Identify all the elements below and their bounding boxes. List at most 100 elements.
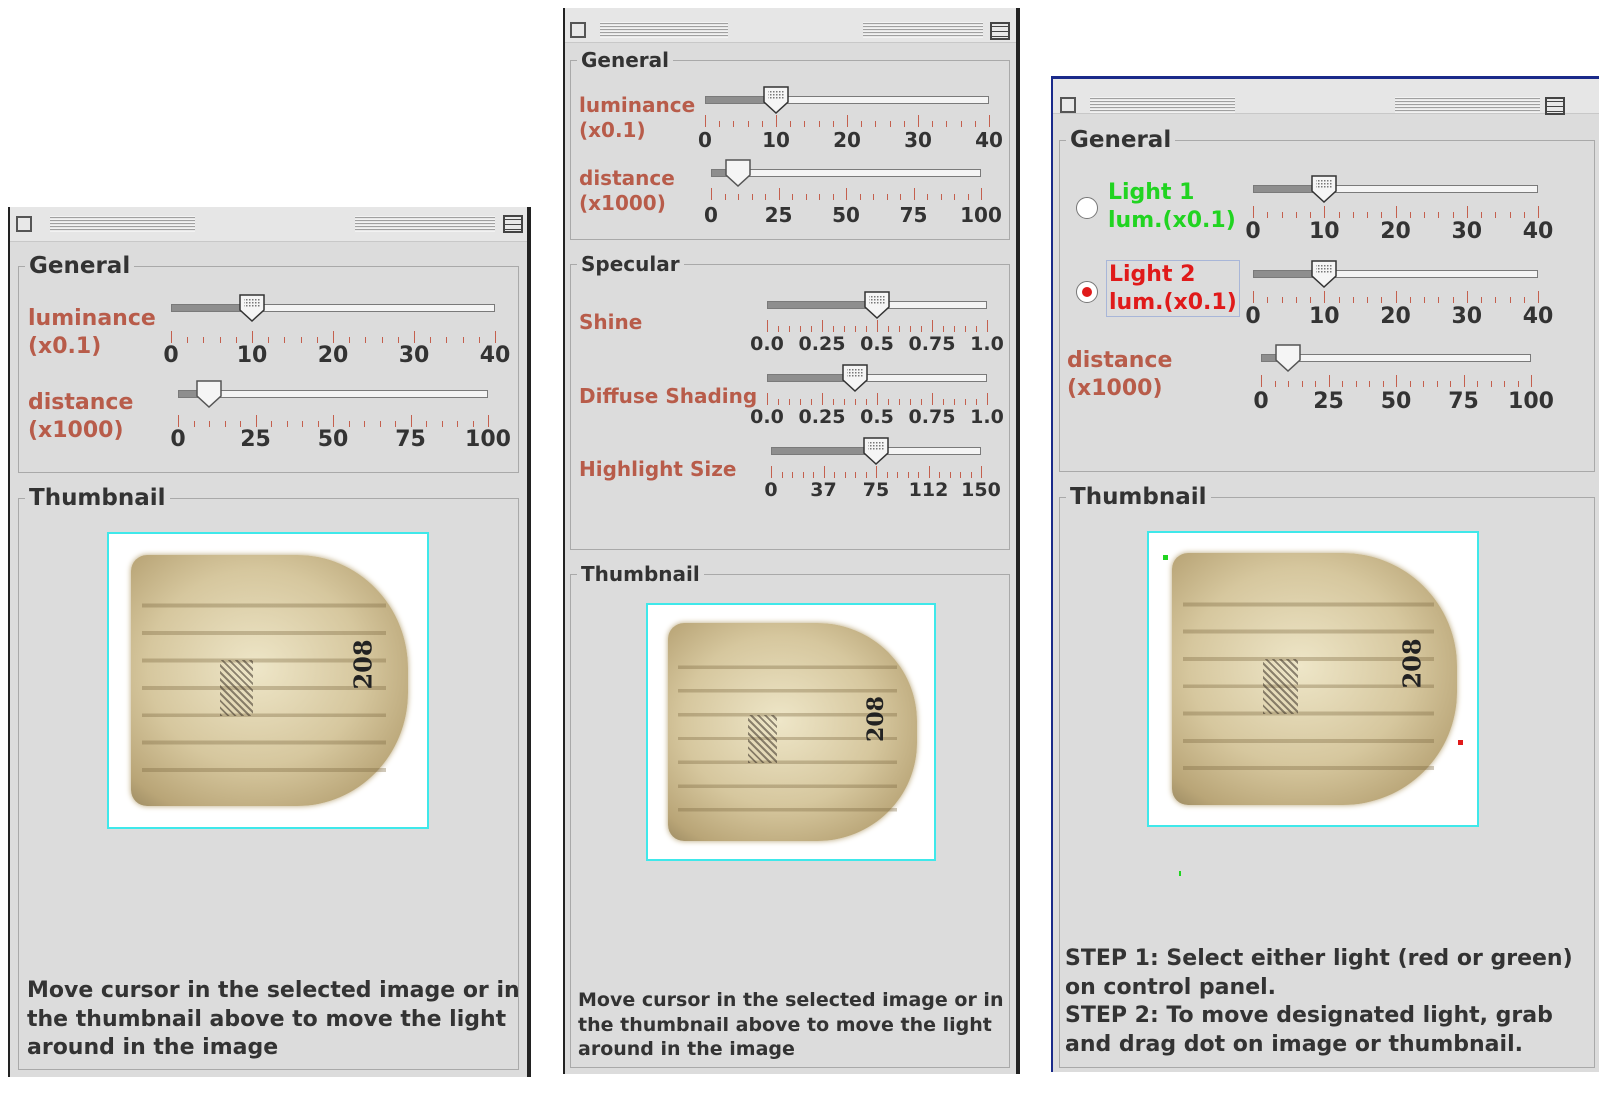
- tick-mark: [811, 399, 812, 405]
- tick-mark: [805, 194, 807, 200]
- tick-mark: [495, 331, 496, 343]
- tick-mark: [1481, 297, 1482, 303]
- tick-mark: [778, 188, 780, 200]
- slider-track[interactable]: [1253, 185, 1538, 193]
- tick-mark: [1301, 381, 1303, 387]
- tick-mark: [1369, 381, 1370, 387]
- window-shade-icon[interactable]: [990, 22, 1010, 40]
- tick-mark: [976, 326, 977, 332]
- tick-label: 20: [1380, 219, 1411, 244]
- tick-mark: [886, 194, 888, 200]
- tick-label: 20: [1380, 304, 1411, 329]
- tick-mark: [792, 472, 793, 478]
- slider-thumb[interactable]: [237, 293, 267, 327]
- tick-mark: [224, 421, 226, 427]
- slider-thumb[interactable]: [761, 85, 791, 119]
- tick-mark: [833, 399, 834, 405]
- tick-mark: [178, 415, 179, 427]
- tick-mark: [889, 121, 891, 127]
- tick-mark: [457, 421, 458, 427]
- tablet-photo: 208: [1171, 553, 1458, 805]
- tick-mark: [1477, 381, 1478, 387]
- slider-thumb[interactable]: [194, 379, 224, 413]
- slider-thumb[interactable]: [861, 436, 891, 470]
- tick-mark: [1338, 297, 1340, 303]
- light-2-label[interactable]: Light 2 lum.(x0.1): [1106, 260, 1240, 317]
- tick-mark: [913, 188, 915, 200]
- tick-mark: [430, 337, 432, 343]
- green-light-dot[interactable]: [1163, 555, 1168, 560]
- slider-track[interactable]: [767, 374, 987, 382]
- tick-label: 20: [833, 128, 861, 152]
- tick-mark: [907, 472, 909, 478]
- tick-label: 50: [1380, 389, 1412, 414]
- tick-mark: [932, 393, 933, 405]
- light-2-radio[interactable]: [1076, 281, 1098, 303]
- window-shade-icon[interactable]: [1545, 97, 1565, 115]
- slider-track[interactable]: [171, 304, 495, 312]
- tick-mark: [949, 472, 951, 478]
- tick-mark: [1424, 212, 1425, 218]
- slider-thumb[interactable]: [1309, 174, 1339, 208]
- close-box-icon[interactable]: [1060, 97, 1076, 113]
- tick-label: 0.0: [750, 333, 784, 355]
- tick-mark: [1424, 297, 1425, 303]
- tick-mark: [918, 472, 919, 478]
- light-1-label[interactable]: Light 1 lum.(x0.1): [1108, 179, 1236, 234]
- tick-mark: [348, 421, 350, 427]
- group-title: Thumbnail: [1070, 484, 1207, 510]
- tick-mark: [441, 421, 443, 427]
- tick-mark: [284, 337, 286, 343]
- title-bar[interactable]: [565, 8, 1016, 43]
- tick-label: 0.75: [908, 406, 956, 428]
- tick-mark: [1342, 381, 1343, 387]
- tick-mark: [488, 415, 489, 427]
- tick-mark: [932, 121, 934, 127]
- tick-mark: [822, 393, 823, 405]
- tick-mark: [866, 399, 867, 405]
- slider-track[interactable]: [1253, 270, 1538, 278]
- title-bar[interactable]: [10, 207, 527, 242]
- tick-label: 40: [975, 128, 1003, 152]
- tick-label: 0.5: [860, 333, 894, 355]
- red-light-dot[interactable]: [1458, 740, 1463, 745]
- tick-mark: [811, 326, 812, 332]
- window-shade-icon[interactable]: [503, 215, 523, 233]
- tick-mark: [381, 337, 383, 343]
- thumbnail-image[interactable]: 208: [1147, 531, 1479, 827]
- slider-thumb[interactable]: [1273, 343, 1303, 377]
- tick-mark: [1295, 297, 1297, 303]
- tick-mark: [790, 121, 792, 127]
- tick-mark: [1381, 212, 1383, 218]
- slider-thumb[interactable]: [862, 290, 892, 324]
- title-grip: [355, 216, 495, 232]
- slider-thumb[interactable]: [840, 363, 870, 397]
- tick-mark: [855, 399, 856, 405]
- close-box-icon[interactable]: [570, 22, 586, 38]
- luminance-label: luminance (x0.1): [579, 93, 696, 142]
- tick-mark: [1517, 381, 1519, 387]
- tick-mark: [187, 337, 189, 343]
- title-bar[interactable]: [1053, 79, 1599, 115]
- tick-label: 75: [1448, 389, 1479, 414]
- light-1-radio[interactable]: [1076, 197, 1098, 219]
- slider-thumb[interactable]: [723, 158, 753, 192]
- tick-mark: [981, 466, 982, 478]
- tick-mark: [751, 194, 753, 200]
- slider-thumb[interactable]: [1309, 259, 1339, 293]
- thumbnail-image[interactable]: 208: [646, 603, 936, 861]
- tick-mark: [733, 121, 735, 127]
- tick-mark: [899, 326, 900, 332]
- thumbnail-image[interactable]: 208: [107, 532, 429, 829]
- slider-ticks: [1253, 206, 1539, 220]
- slider-ticks: [705, 115, 990, 129]
- slider-track[interactable]: [705, 96, 989, 104]
- close-box-icon[interactable]: [16, 216, 32, 232]
- tick-label: 50: [832, 203, 860, 227]
- tick-mark: [724, 194, 726, 200]
- title-grip: [50, 216, 195, 232]
- slider-track[interactable]: [178, 390, 488, 398]
- tick-mark: [1452, 212, 1454, 218]
- tick-mark: [1315, 381, 1316, 387]
- tick-mark: [910, 326, 911, 332]
